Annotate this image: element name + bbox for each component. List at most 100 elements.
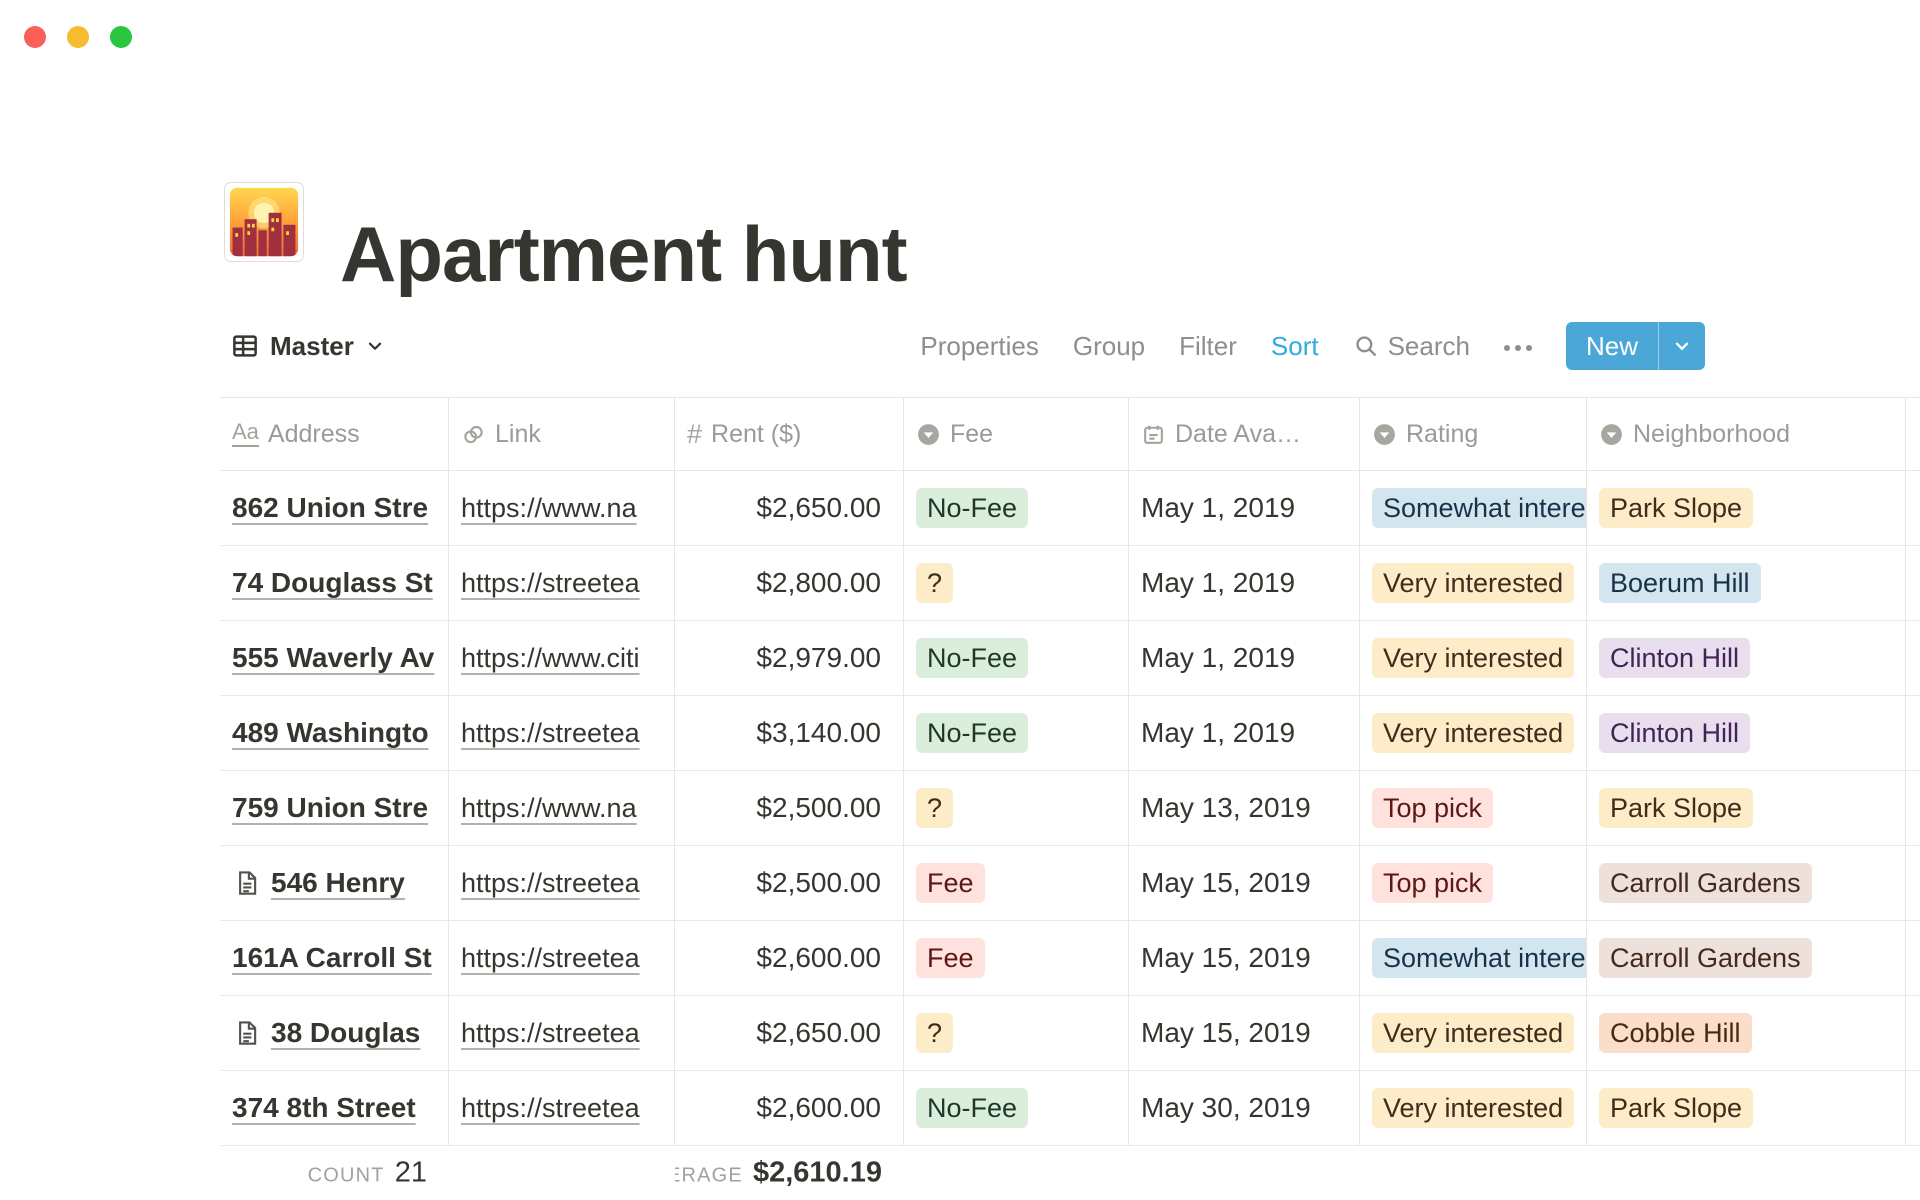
traffic-light-close-button[interactable] [24, 26, 46, 48]
neighborhood-cell[interactable]: Carroll Gardens [1587, 846, 1906, 920]
rent-cell[interactable]: $2,650.00 [675, 471, 904, 545]
date-available-cell[interactable]: May 15, 2019 [1129, 846, 1360, 920]
clipped-extra-cell[interactable] [1906, 1071, 1920, 1145]
rating-cell[interactable]: Very interested [1360, 1071, 1587, 1145]
page-title[interactable]: Apartment hunt [340, 202, 907, 306]
tag-pill: Park Slope [1599, 788, 1753, 828]
rent-cell[interactable]: $2,600.00 [675, 1071, 904, 1145]
link-cell[interactable]: https://streetea [449, 696, 675, 770]
date-available-cell[interactable]: May 15, 2019 [1129, 996, 1360, 1070]
rating-cell[interactable]: Somewhat interested [1360, 921, 1587, 995]
properties-button[interactable]: Properties [920, 331, 1039, 362]
fee-cell[interactable]: No-Fee [904, 696, 1129, 770]
link-cell[interactable]: https://streetea [449, 1071, 675, 1145]
address-cell[interactable]: 374 8th Street [220, 1071, 449, 1145]
fee-cell[interactable]: No-Fee [904, 1071, 1129, 1145]
date-available-cell[interactable]: May 1, 2019 [1129, 621, 1360, 695]
neighborhood-cell[interactable]: Boerum Hill [1587, 546, 1906, 620]
search-button[interactable]: Search [1353, 331, 1470, 362]
column-header-hidden[interactable] [1906, 398, 1920, 470]
clipped-extra-cell[interactable] [1906, 921, 1920, 995]
neighborhood-cell[interactable]: Cobble Hill [1587, 996, 1906, 1070]
column-header-rating[interactable]: Rating [1360, 398, 1587, 470]
table-row: 759 Union Strehttps://www.na$2,500.00? Ma… [220, 771, 1920, 846]
link-cell[interactable]: https://streetea [449, 921, 675, 995]
clipped-extra-cell[interactable] [1906, 621, 1920, 695]
link-cell[interactable]: https://streetea [449, 996, 675, 1070]
rent-cell[interactable]: $2,600.00 [675, 921, 904, 995]
traffic-light-minimize-button[interactable] [67, 26, 89, 48]
rent-cell[interactable]: $2,979.00 [675, 621, 904, 695]
neighborhood-cell[interactable]: Clinton Hill [1587, 696, 1906, 770]
neighborhood-cell[interactable]: Clinton Hill [1587, 621, 1906, 695]
rating-cell[interactable]: Top pick [1360, 846, 1587, 920]
date-available-cell[interactable]: May 13, 2019 [1129, 771, 1360, 845]
fee-cell[interactable]: Fee [904, 921, 1129, 995]
footer-count-cell[interactable]: COUNT 21 [220, 1146, 449, 1200]
column-header-rent[interactable]: #Rent ($) [675, 398, 904, 470]
fee-cell[interactable]: No-Fee [904, 621, 1129, 695]
new-button[interactable]: New [1566, 322, 1658, 370]
date-available-cell[interactable]: May 15, 2019 [1129, 921, 1360, 995]
filter-button[interactable]: Filter [1179, 331, 1237, 362]
rent-cell[interactable]: $3,140.00 [675, 696, 904, 770]
more-options-button[interactable] [1504, 341, 1532, 351]
rent-cell[interactable]: $2,500.00 [675, 846, 904, 920]
link-cell[interactable]: https://www.citi [449, 621, 675, 695]
clipped-extra-cell[interactable] [1906, 771, 1920, 845]
date-available-cell[interactable]: May 1, 2019 [1129, 546, 1360, 620]
date-available-cell[interactable]: May 30, 2019 [1129, 1071, 1360, 1145]
rating-cell[interactable]: Top pick [1360, 771, 1587, 845]
clipped-extra-cell[interactable] [1906, 546, 1920, 620]
address-cell[interactable]: 555 Waverly Av [220, 621, 449, 695]
clipped-extra-cell[interactable] [1906, 846, 1920, 920]
address-cell[interactable]: 74 Douglass St [220, 546, 449, 620]
group-button[interactable]: Group [1073, 331, 1145, 362]
neighborhood-cell[interactable]: Park Slope [1587, 471, 1906, 545]
link-cell[interactable]: https://www.na [449, 471, 675, 545]
rent-cell[interactable]: $2,800.00 [675, 546, 904, 620]
rating-cell[interactable]: Very interested [1360, 696, 1587, 770]
link-cell[interactable]: https://streetea [449, 546, 675, 620]
link-cell[interactable]: https://streetea [449, 846, 675, 920]
fee-cell[interactable]: No-Fee [904, 471, 1129, 545]
traffic-light-zoom-button[interactable] [110, 26, 132, 48]
rating-cell[interactable]: Very interested [1360, 996, 1587, 1070]
rent-cell[interactable]: $2,500.00 [675, 771, 904, 845]
column-header-fee[interactable]: Fee [904, 398, 1129, 470]
count-value: 21 [395, 1157, 427, 1190]
date-available-cell[interactable]: May 1, 2019 [1129, 471, 1360, 545]
column-header-neighborhood[interactable]: Neighborhood [1587, 398, 1906, 470]
column-header-address[interactable]: AaAddress [220, 398, 449, 470]
neighborhood-cell[interactable]: Park Slope [1587, 771, 1906, 845]
neighborhood-cell[interactable]: Park Slope [1587, 1071, 1906, 1145]
address-cell[interactable]: 38 Douglas [220, 996, 449, 1070]
clipped-extra-cell[interactable] [1906, 471, 1920, 545]
sort-button[interactable]: Sort [1271, 331, 1319, 362]
rent-cell[interactable]: $2,650.00 [675, 996, 904, 1070]
footer-average-cell[interactable]: AVERAGE $2,610.19 [675, 1146, 904, 1200]
clipped-extra-cell[interactable] [1906, 696, 1920, 770]
column-header-date-ava[interactable]: Date Ava… [1129, 398, 1360, 470]
new-button-caret[interactable] [1659, 322, 1705, 370]
page-emoji-icon[interactable] [224, 182, 304, 262]
column-header-link[interactable]: Link [449, 398, 675, 470]
address-cell[interactable]: 862 Union Stre [220, 471, 449, 545]
date-value: May 13, 2019 [1141, 792, 1311, 824]
fee-cell[interactable]: ? [904, 546, 1129, 620]
link-cell[interactable]: https://www.na [449, 771, 675, 845]
address-cell[interactable]: 546 Henry [220, 846, 449, 920]
date-available-cell[interactable]: May 1, 2019 [1129, 696, 1360, 770]
rating-cell[interactable]: Very interested [1360, 621, 1587, 695]
address-cell[interactable]: 759 Union Stre [220, 771, 449, 845]
rating-cell[interactable]: Very interested [1360, 546, 1587, 620]
view-tab-master[interactable]: Master [230, 331, 386, 362]
rating-cell[interactable]: Somewhat interested [1360, 471, 1587, 545]
fee-cell[interactable]: ? [904, 996, 1129, 1070]
address-cell[interactable]: 161A Carroll St [220, 921, 449, 995]
fee-cell[interactable]: Fee [904, 846, 1129, 920]
fee-cell[interactable]: ? [904, 771, 1129, 845]
neighborhood-cell[interactable]: Carroll Gardens [1587, 921, 1906, 995]
address-cell[interactable]: 489 Washingto [220, 696, 449, 770]
clipped-extra-cell[interactable] [1906, 996, 1920, 1070]
